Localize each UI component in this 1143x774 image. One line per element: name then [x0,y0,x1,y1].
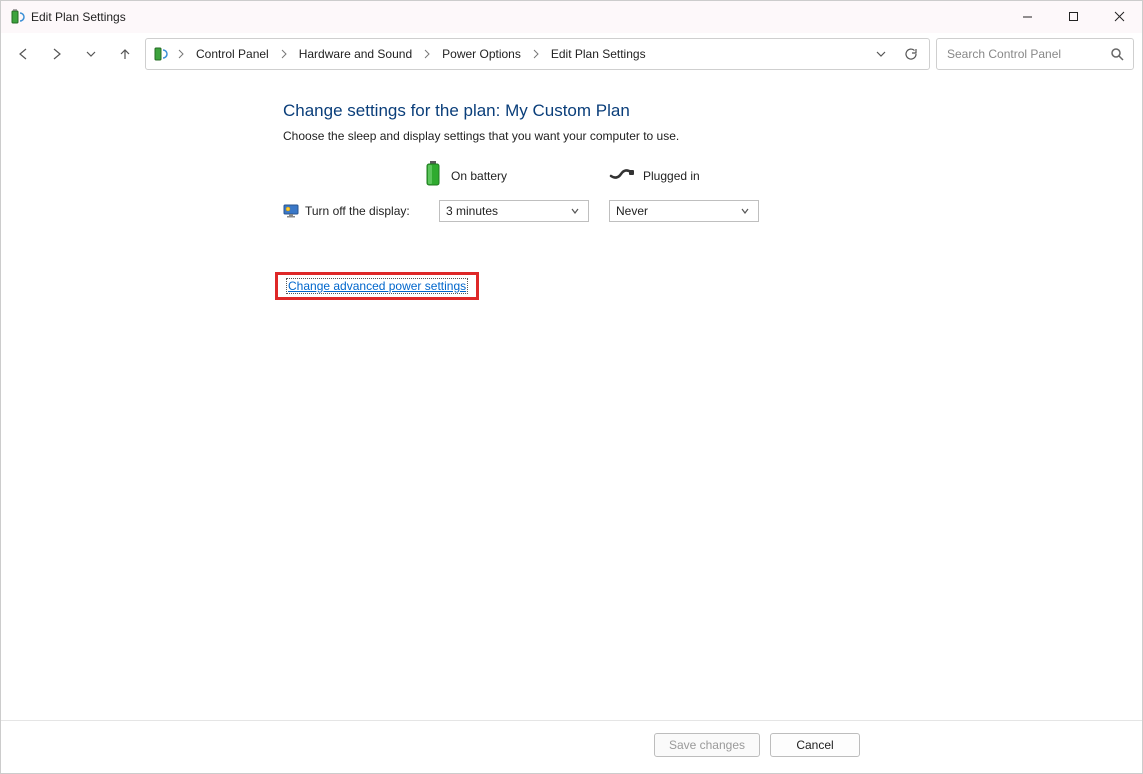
breadcrumb-hardware-sound[interactable]: Hardware and Sound [297,47,414,61]
address-bar[interactable]: Control Panel Hardware and Sound Power O… [145,38,930,70]
content-area: Change settings for the plan: My Custom … [1,75,1142,721]
titlebar: Edit Plan Settings [1,1,1142,33]
search-input[interactable] [945,46,1109,62]
display-battery-dropdown[interactable]: 3 minutes [439,200,589,222]
battery-icon [423,161,443,190]
forward-button[interactable] [43,40,71,68]
breadcrumb-control-panel[interactable]: Control Panel [194,47,271,61]
breadcrumb-power-options[interactable]: Power Options [440,47,523,61]
footer: Save changes Cancel [1,721,1142,773]
row-turn-off-display: Turn off the display: 3 minutes Never [283,200,1112,222]
minimize-button[interactable] [1004,1,1050,33]
search-icon[interactable] [1109,46,1125,62]
chevron-right-icon[interactable] [174,49,188,59]
display-plugged-dropdown[interactable]: Never [609,200,759,222]
display-icon [283,203,299,219]
column-plugged-in: Plugged in [609,166,759,185]
up-button[interactable] [111,40,139,68]
column-on-battery: On battery [423,161,573,190]
app-icon [9,9,25,25]
recent-button[interactable] [77,40,105,68]
plug-icon [609,166,635,185]
close-button[interactable] [1096,1,1142,33]
breadcrumb-edit-plan[interactable]: Edit Plan Settings [549,47,648,61]
highlight-box: Change advanced power settings [275,272,479,300]
back-button[interactable] [9,40,37,68]
columns-header: On battery Plugged in [423,157,1112,190]
refresh-button[interactable] [899,42,923,66]
page-subtext: Choose the sleep and display settings th… [283,129,1112,143]
display-plugged-value: Never [616,204,738,218]
display-battery-value: 3 minutes [446,204,568,218]
advanced-power-settings-link[interactable]: Change advanced power settings [286,278,468,294]
chevron-right-icon[interactable] [277,49,291,59]
column-label-plugged: Plugged in [643,169,700,183]
column-label-battery: On battery [451,169,507,183]
search-box[interactable] [936,38,1134,70]
chevron-down-icon [568,206,582,216]
save-changes-button[interactable]: Save changes [654,733,760,757]
chevron-right-icon[interactable] [529,49,543,59]
address-dropdown-button[interactable] [869,42,893,66]
location-icon [152,46,168,62]
row-label-display: Turn off the display: [305,204,410,218]
window-title: Edit Plan Settings [31,10,126,24]
chevron-right-icon[interactable] [420,49,434,59]
window-controls [1004,1,1142,33]
chevron-down-icon [738,206,752,216]
cancel-button[interactable]: Cancel [770,733,860,757]
maximize-button[interactable] [1050,1,1096,33]
toolbar: Control Panel Hardware and Sound Power O… [1,33,1142,75]
page-heading: Change settings for the plan: My Custom … [283,101,1112,121]
